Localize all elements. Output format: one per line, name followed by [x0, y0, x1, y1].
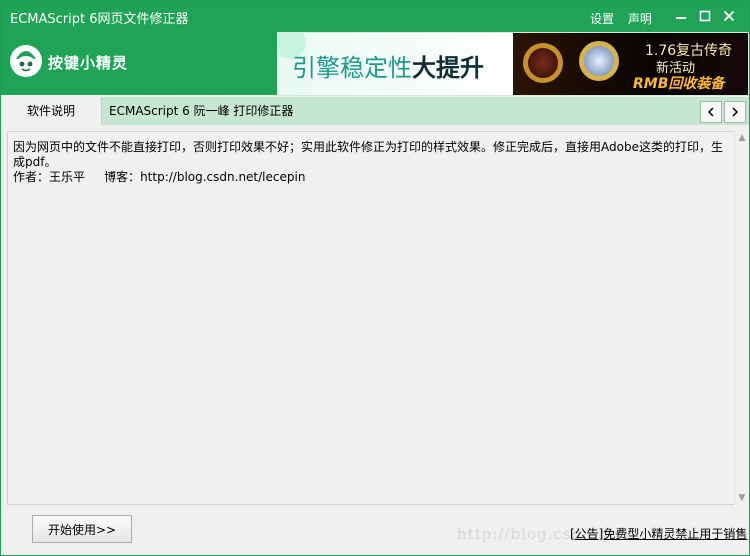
elf-mascot-icon — [10, 45, 42, 77]
ad-game-offer: RMB回收装备 — [633, 76, 725, 92]
window-title: ECMAScript 6网页文件修正器 — [10, 12, 189, 27]
close-button[interactable] — [717, 5, 741, 27]
tab-prev-button[interactable] — [700, 101, 722, 123]
window-controls — [669, 5, 741, 27]
scroll-down-icon[interactable]: ▼ — [735, 491, 749, 505]
tab-print-fixer[interactable]: ECMAScript 6 阮一峰 打印修正器 — [109, 97, 293, 125]
tab-next-button[interactable] — [724, 101, 746, 123]
title-bar: ECMAScript 6网页文件修正器 设置 声明 — [1, 1, 749, 31]
ad-slogan-bold: 大提升 — [412, 54, 484, 82]
description-text: 因为网页中的文件不能直接打印，否则打印效果不好；实用此软件修正为打印的样式效果。… — [13, 140, 723, 185]
app-window: ECMAScript 6网页文件修正器 设置 声明 按键小精灵 引擎稳定性大提升… — [0, 0, 750, 556]
start-button[interactable]: 开始使用>> — [32, 515, 132, 543]
description-line: 因为网页中的文件不能直接打印，否则打印效果不好；实用此软件修正为打印的样式效果。… — [13, 140, 723, 169]
minimize-button[interactable] — [669, 5, 693, 27]
maximize-button[interactable] — [693, 5, 717, 27]
maximize-icon — [699, 10, 711, 22]
ad-game-panel: 1.76复古传奇 新活动 RMB回收装备 — [513, 33, 748, 95]
title-links: 设置 声明 — [590, 10, 662, 27]
ad-slogan-panel: 引擎稳定性大提升 — [278, 33, 513, 95]
header-banner: 按键小精灵 引擎稳定性大提升 1.76复古传奇 新活动 RMB回收装备 — [1, 31, 749, 96]
ad-slogan-regular: 引擎稳定性 — [292, 54, 412, 82]
vertical-scrollbar[interactable]: ▲ ▼ — [734, 131, 749, 505]
brand-name: 按键小精灵 — [48, 54, 129, 72]
description-panel[interactable]: 因为网页中的文件不能直接打印，否则打印效果不好；实用此软件修正为打印的样式效果。… — [7, 131, 735, 505]
footer-bar: 开始使用>> http://blog.csdn.net/ [公告]免费型小精灵禁… — [1, 505, 749, 555]
red-ring-icon — [523, 43, 563, 83]
tab-bar: 软件说明 ECMAScript 6 阮一峰 打印修正器 — [1, 97, 749, 125]
close-icon — [723, 10, 735, 22]
notice-link[interactable]: [公告]免费型小精灵禁止用于销售 — [570, 525, 747, 542]
ad-slogan: 引擎稳定性大提升 — [292, 48, 484, 83]
settings-link[interactable]: 设置 — [590, 12, 614, 26]
diamond-ring-icon — [579, 41, 619, 81]
author-line: 作者：王乐平 博客：http://blog.csdn.net/lecepin — [13, 170, 306, 184]
tab-software-info[interactable]: 软件说明 — [1, 97, 102, 125]
chevron-right-icon — [732, 107, 739, 117]
advertisement-banner[interactable]: 引擎稳定性大提升 1.76复古传奇 新活动 RMB回收装备 — [277, 32, 749, 96]
statement-link[interactable]: 声明 — [628, 12, 652, 26]
minimize-icon — [676, 17, 686, 19]
scroll-up-icon[interactable]: ▲ — [735, 131, 749, 145]
chevron-left-icon — [707, 107, 714, 117]
